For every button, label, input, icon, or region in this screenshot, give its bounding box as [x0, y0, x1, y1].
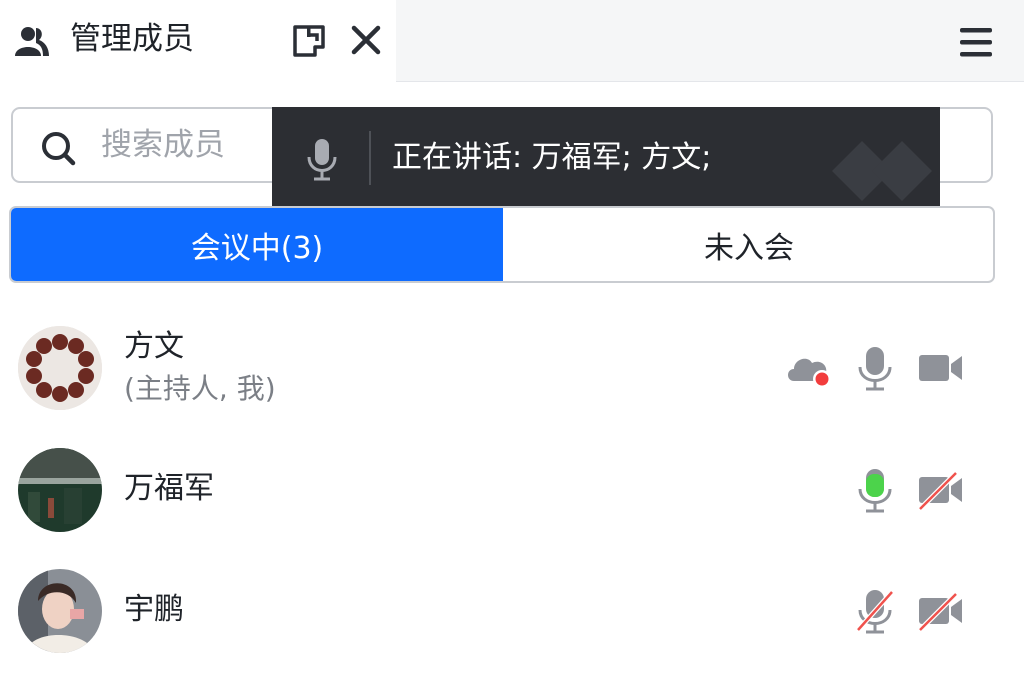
microphone-muted-icon[interactable]: [850, 586, 900, 636]
list-item[interactable]: 万福军: [0, 435, 1024, 545]
tab-title: 管理成员: [70, 21, 194, 57]
microphone-speaking-icon[interactable]: [850, 465, 900, 515]
tab-manage-members[interactable]: 管理成员: [0, 0, 396, 82]
camera-icon[interactable]: [916, 343, 966, 393]
member-name: 万福军: [124, 471, 214, 506]
search-icon: [42, 132, 76, 166]
divider: [369, 131, 371, 185]
members-icon: [15, 27, 49, 56]
cloud-recording-icon: [788, 358, 831, 388]
panel-header: 管理成员: [0, 0, 1024, 82]
camera-off-icon[interactable]: [916, 586, 966, 636]
speaking-text: 正在讲话: 万福军; 方文;: [392, 140, 712, 175]
tab-in-meeting[interactable]: 会议中(3): [11, 208, 503, 281]
list-item[interactable]: 宇鹏: [0, 556, 1024, 666]
camera-off-icon[interactable]: [916, 465, 966, 515]
avatar: [18, 448, 102, 532]
member-name: 方文: [124, 329, 184, 364]
popout-window-icon[interactable]: [290, 22, 328, 60]
menu-icon[interactable]: [956, 22, 996, 62]
search-input[interactable]: [101, 123, 271, 167]
speaking-indicator: 正在讲话: 万福军; 方文;: [272, 107, 940, 207]
tab-not-joined[interactable]: 未入会: [503, 208, 993, 281]
microphone-icon[interactable]: [850, 343, 900, 393]
avatar: [18, 569, 102, 653]
close-icon[interactable]: [346, 20, 386, 60]
list-item[interactable]: 方文 (主持人, 我): [0, 313, 1024, 423]
member-name: 宇鹏: [124, 592, 184, 627]
microphone-icon: [307, 139, 337, 181]
avatar: [18, 326, 102, 410]
member-role: (主持人, 我): [124, 372, 276, 405]
watermark-logo: [832, 141, 932, 201]
member-tabs: 会议中(3) 未入会: [9, 206, 995, 283]
